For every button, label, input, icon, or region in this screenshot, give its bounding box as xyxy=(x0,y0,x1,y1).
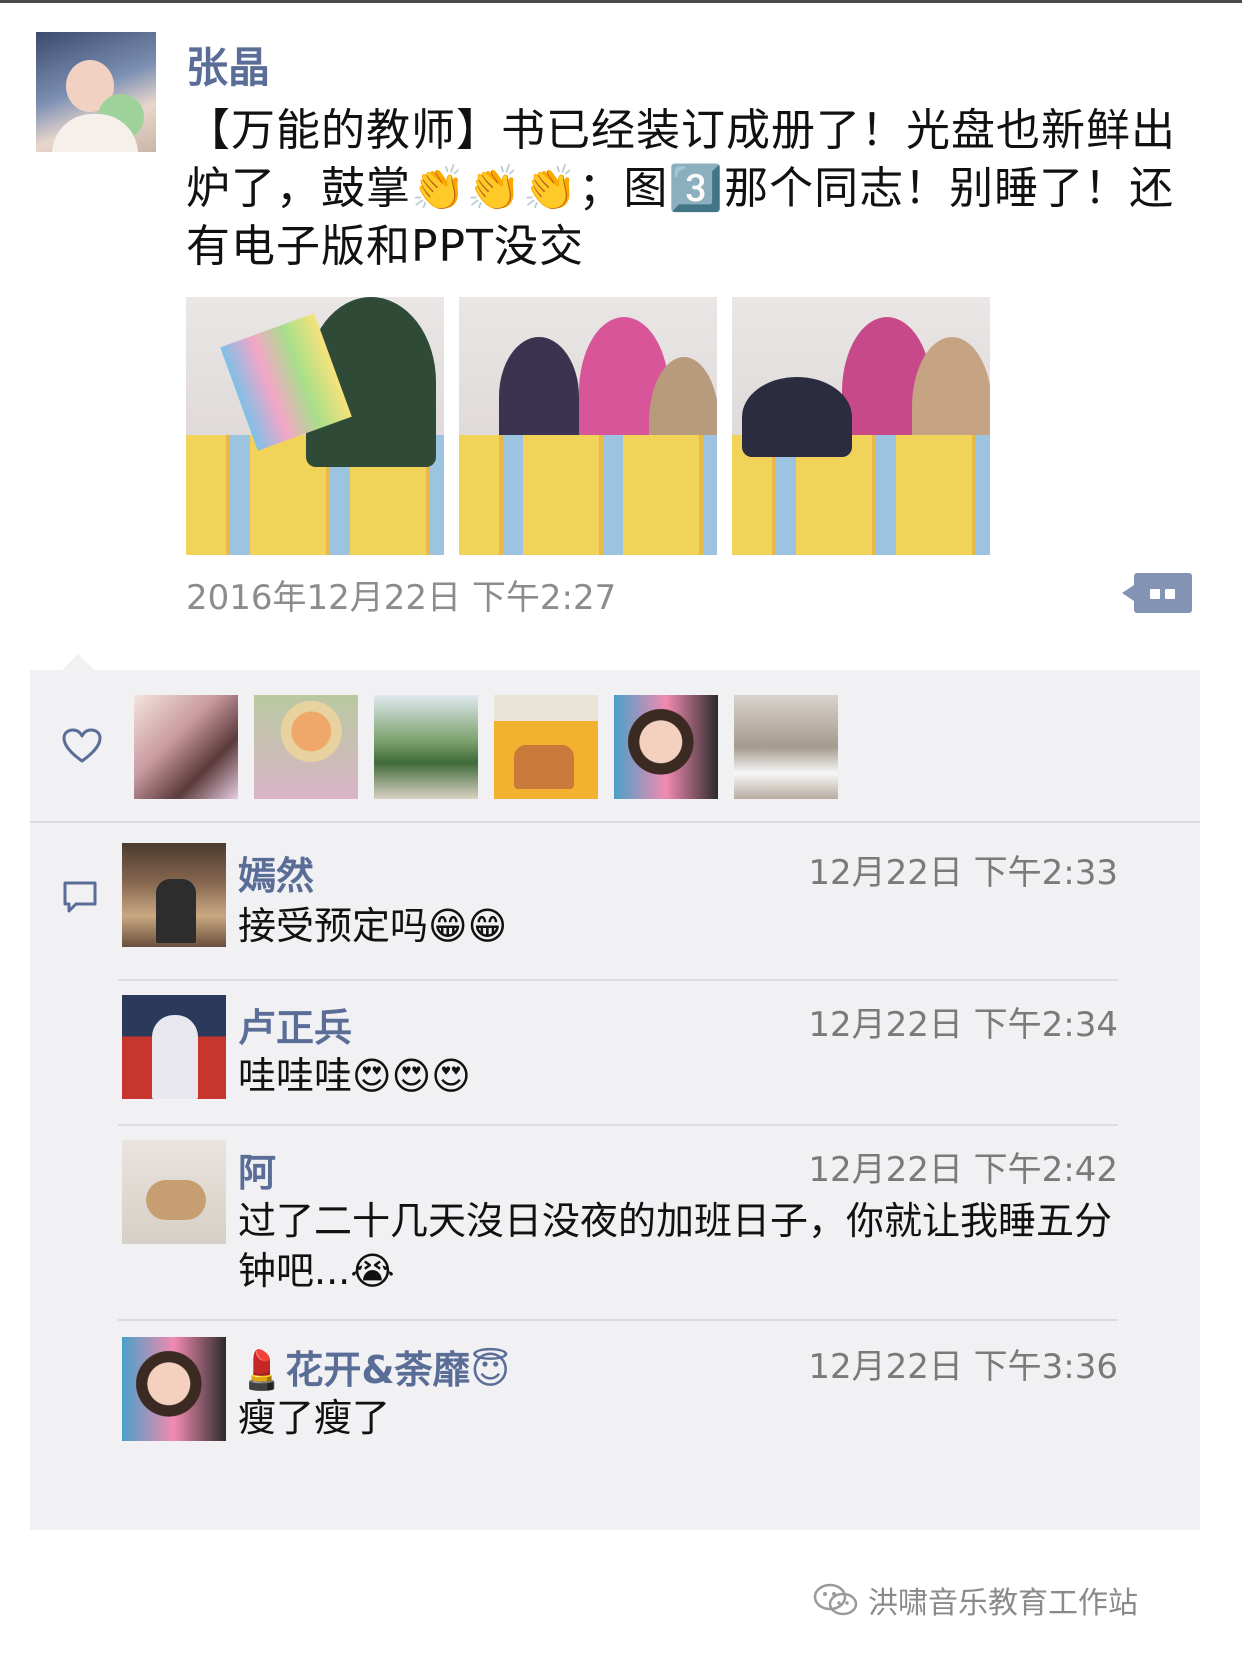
comment-row[interactable]: 💄花开&荼靡😇 12月22日 下午3:36 瘦了瘦了 xyxy=(118,1321,1118,1471)
comment-author[interactable]: 嫣然 xyxy=(238,845,314,900)
post-timestamp: 2016年12月22日 下午2:27 xyxy=(186,578,617,618)
post-photo-2[interactable] xyxy=(459,297,717,555)
wechat-icon xyxy=(813,1583,858,1616)
poster-avatar[interactable] xyxy=(36,32,156,152)
watermark-text: 洪啸音乐教育工作站 xyxy=(868,1586,1138,1621)
like-avatar[interactable] xyxy=(374,695,478,799)
comment-avatar[interactable] xyxy=(122,843,226,947)
like-avatar[interactable] xyxy=(494,695,598,799)
like-avatar[interactable] xyxy=(614,695,718,799)
poster-name[interactable]: 张晶 xyxy=(186,34,270,95)
comment-row[interactable]: 嫣然 12月22日 下午2:33 接受预定吗😁😁 xyxy=(118,823,1118,981)
like-avatar[interactable] xyxy=(254,695,358,799)
more-icon-dot xyxy=(1165,589,1175,599)
interaction-panel: 嫣然 12月22日 下午2:33 接受预定吗😁😁 卢正兵 12月22日 下午2:… xyxy=(30,654,1200,1530)
comments-list: 嫣然 12月22日 下午2:33 接受预定吗😁😁 卢正兵 12月22日 下午2:… xyxy=(30,823,1200,1471)
heart-icon xyxy=(62,728,102,763)
like-avatar[interactable] xyxy=(734,695,838,799)
comment-time: 12月22日 下午2:34 xyxy=(808,1005,1118,1045)
post-text: 【万能的教师】书已经装订成册了！光盘也新鲜出炉了，鼓掌👏👏👏；图3️⃣那个同志！… xyxy=(186,105,1176,272)
comment-avatar[interactable] xyxy=(122,1337,226,1441)
comment-text: 接受预定吗😁😁 xyxy=(238,904,508,948)
comment-row[interactable]: 卢正兵 12月22日 下午2:34 哇哇哇😍😍😍 xyxy=(118,981,1118,1126)
comment-text: 过了二十几天沒日没夜的加班日子，你就让我睡五分钟吧...😭 xyxy=(238,1199,1113,1293)
photo-books-table xyxy=(459,435,717,555)
comment-row[interactable]: 阿 12月22日 下午2:42 过了二十几天沒日没夜的加班日子，你就让我睡五分钟… xyxy=(118,1126,1118,1321)
comment-time: 12月22日 下午3:36 xyxy=(808,1347,1118,1387)
photo-person-sleeping xyxy=(742,377,852,457)
top-rule xyxy=(0,0,1242,3)
post-photo-grid xyxy=(186,297,990,555)
watermark: 洪啸音乐教育工作站 xyxy=(812,1578,1138,1622)
comment-author[interactable]: 💄花开&荼靡😇 xyxy=(238,1339,510,1394)
comment-author[interactable]: 卢正兵 xyxy=(238,997,352,1052)
comment-time: 12月22日 下午2:42 xyxy=(808,1150,1118,1190)
post-photo-1[interactable] xyxy=(186,297,444,555)
more-actions-button[interactable] xyxy=(1122,573,1192,613)
post-photo-3[interactable] xyxy=(732,297,990,555)
like-avatar[interactable] xyxy=(134,695,238,799)
comment-text: 哇哇哇😍😍😍 xyxy=(238,1054,471,1098)
comment-author[interactable]: 阿 xyxy=(238,1142,276,1197)
comment-text: 瘦了瘦了 xyxy=(238,1396,391,1440)
like-avatar-list xyxy=(134,695,838,799)
likes-row xyxy=(30,670,1200,823)
more-icon-dot xyxy=(1150,589,1160,599)
comment-avatar[interactable] xyxy=(122,995,226,1099)
comment-time: 12月22日 下午2:33 xyxy=(808,853,1118,893)
comment-avatar[interactable] xyxy=(122,1140,226,1244)
